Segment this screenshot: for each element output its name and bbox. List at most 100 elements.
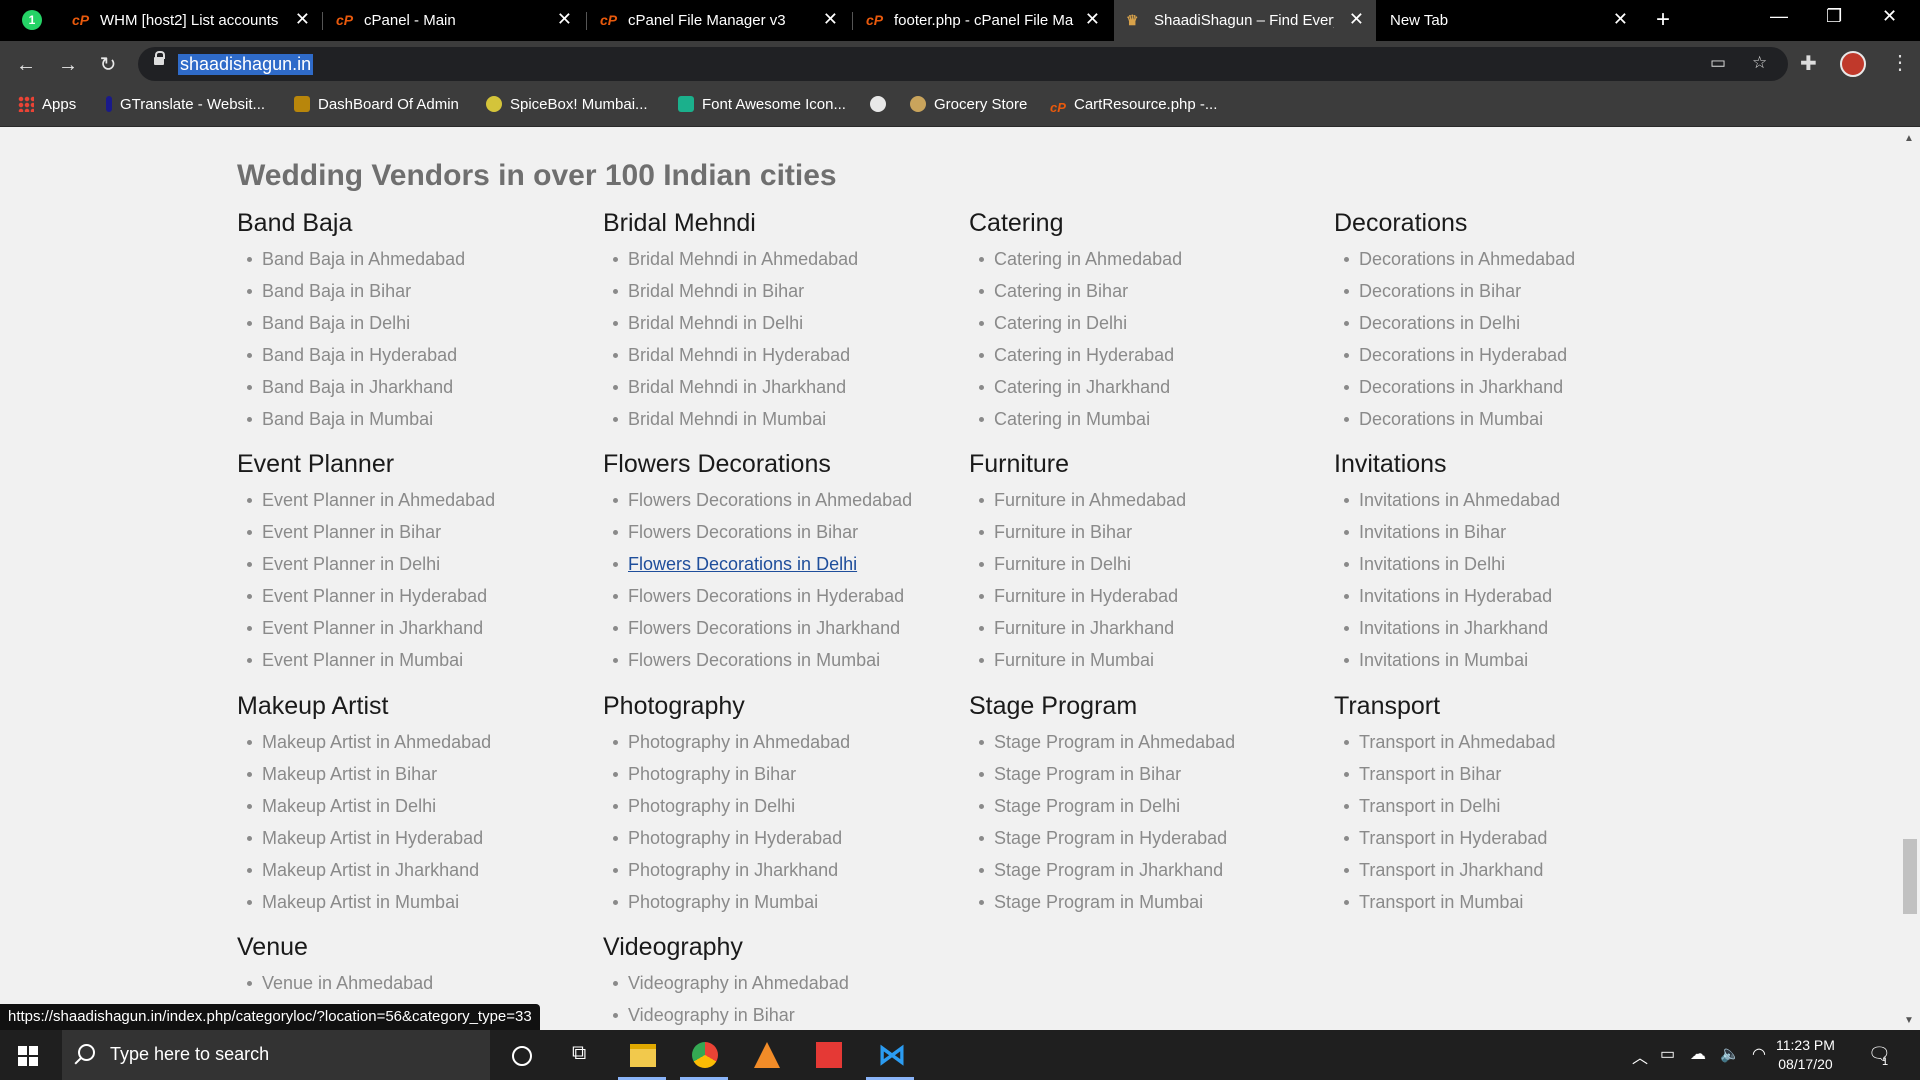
vendor-link[interactable]: Band Baja in Delhi	[247, 307, 597, 339]
task-view-button[interactable]: ⧉	[552, 1030, 608, 1080]
bookmark-grocery[interactable]: Grocery Store	[910, 96, 1027, 113]
bookmark-cartresource[interactable]: cP CartResource.php -...	[1050, 96, 1217, 116]
vendor-link[interactable]: Band Baja in Jharkhand	[247, 371, 597, 403]
battery-icon[interactable]: ▭	[1660, 1044, 1675, 1064]
back-arrow-icon[interactable]: ←	[12, 51, 40, 79]
reload-icon[interactable]: ↻	[94, 51, 122, 79]
vendor-link[interactable]: Furniture in Hyderabad	[979, 580, 1329, 612]
vendor-link[interactable]: Furniture in Jharkhand	[979, 612, 1329, 644]
vendor-link[interactable]: Event Planner in Ahmedabad	[247, 484, 597, 516]
bookmark-star-icon[interactable]: ☆	[1752, 53, 1767, 73]
vendor-link[interactable]: Invitations in Jharkhand	[1344, 612, 1694, 644]
vendor-link[interactable]: Photography in Ahmedabad	[613, 726, 963, 758]
anydesk-button[interactable]	[800, 1030, 856, 1080]
vendor-link[interactable]: Makeup Artist in Bihar	[247, 758, 597, 790]
system-clock[interactable]: 11:23 PM 08/17/20	[1776, 1036, 1835, 1074]
vendor-link[interactable]: Bridal Mehndi in Hyderabad	[613, 339, 963, 371]
close-icon[interactable]: ✕	[295, 9, 310, 30]
minimize-icon[interactable]: —	[1770, 6, 1788, 27]
vendor-link[interactable]: Venue in Ahmedabad	[247, 967, 597, 999]
vendor-link[interactable]: Transport in Delhi	[1344, 790, 1694, 822]
vendor-link[interactable]: Photography in Jharkhand	[613, 854, 963, 886]
lock-icon[interactable]	[154, 51, 165, 65]
vendor-link[interactable]: Band Baja in Bihar	[247, 275, 597, 307]
vendor-link[interactable]: Event Planner in Mumbai	[247, 644, 597, 676]
vendor-link[interactable]: Stage Program in Ahmedabad	[979, 726, 1329, 758]
vendor-link[interactable]: Stage Program in Delhi	[979, 790, 1329, 822]
vendor-link[interactable]: Transport in Hyderabad	[1344, 822, 1694, 854]
vendor-link[interactable]: Photography in Bihar	[613, 758, 963, 790]
url-text[interactable]: shaadishagun.in	[178, 54, 314, 75]
vendor-link[interactable]: Stage Program in Hyderabad	[979, 822, 1329, 854]
vendor-link[interactable]: Band Baja in Mumbai	[247, 403, 597, 435]
vendor-link[interactable]: Furniture in Delhi	[979, 548, 1329, 580]
vendor-link[interactable]: Makeup Artist in Ahmedabad	[247, 726, 597, 758]
vendor-link[interactable]: Photography in Mumbai	[613, 886, 963, 918]
vendor-link[interactable]: Event Planner in Bihar	[247, 516, 597, 548]
vendor-link[interactable]: Photography in Delhi	[613, 790, 963, 822]
vendor-link[interactable]: Decorations in Ahmedabad	[1344, 243, 1694, 275]
vendor-link[interactable]: Bridal Mehndi in Jharkhand	[613, 371, 963, 403]
bookmark-fontawesome[interactable]: Font Awesome Icon...	[678, 96, 846, 113]
vendor-link[interactable]: Flowers Decorations in Ahmedabad	[613, 484, 963, 516]
vendor-link[interactable]: Band Baja in Hyderabad	[247, 339, 597, 371]
scroll-up-arrow-icon[interactable]: ▲	[1904, 133, 1914, 144]
vendor-link[interactable]: Flowers Decorations in Hyderabad	[613, 580, 963, 612]
vendor-link[interactable]: Invitations in Delhi	[1344, 548, 1694, 580]
vendor-link[interactable]: Decorations in Delhi	[1344, 307, 1694, 339]
profile-avatar[interactable]	[1840, 51, 1866, 77]
vendor-link[interactable]: Videography in Bihar	[613, 999, 963, 1030]
vendor-link[interactable]: Bridal Mehndi in Ahmedabad	[613, 243, 963, 275]
vendor-link[interactable]: Catering in Jharkhand	[979, 371, 1329, 403]
page-scrollbar[interactable]: ▲ ▼	[1900, 127, 1920, 1030]
vendor-link[interactable]: Makeup Artist in Hyderabad	[247, 822, 597, 854]
vendor-link[interactable]: Transport in Bihar	[1344, 758, 1694, 790]
restore-icon[interactable]: ❐	[1826, 6, 1842, 27]
vendor-link[interactable]: Makeup Artist in Jharkhand	[247, 854, 597, 886]
scroll-thumb[interactable]	[1903, 839, 1917, 914]
vendor-link[interactable]: Invitations in Hyderabad	[1344, 580, 1694, 612]
tab-file-manager[interactable]: cP cPanel File Manager v3 ✕	[588, 0, 850, 41]
vendor-link[interactable]: Transport in Mumbai	[1344, 886, 1694, 918]
vendor-link[interactable]: Event Planner in Delhi	[247, 548, 597, 580]
more-menu-icon[interactable]: ⋮	[1890, 50, 1910, 75]
vendor-link[interactable]: Furniture in Bihar	[979, 516, 1329, 548]
vendor-link[interactable]: Furniture in Ahmedabad	[979, 484, 1329, 516]
vendor-link[interactable]: Stage Program in Mumbai	[979, 886, 1329, 918]
bookmark-gtranslate[interactable]: GTranslate - Websit...	[106, 96, 265, 113]
vendor-link[interactable]: Transport in Jharkhand	[1344, 854, 1694, 886]
vendor-link[interactable]: Photography in Hyderabad	[613, 822, 963, 854]
vendor-link[interactable]: Flowers Decorations in Mumbai	[613, 644, 963, 676]
address-bar[interactable]: shaadishagun.in ▭ ☆	[138, 47, 1788, 81]
tab-whm[interactable]: cP WHM [host2] List accounts ✕	[60, 0, 322, 41]
vendor-link[interactable]: Stage Program in Bihar	[979, 758, 1329, 790]
vlc-button[interactable]	[738, 1030, 794, 1080]
tab-shaadishagun[interactable]: ♛ ShaadiShagun – Find Everyth ✕	[1114, 0, 1376, 41]
wifi-icon[interactable]: ◠	[1752, 1044, 1766, 1064]
tab-cpanel-main[interactable]: cP cPanel - Main ✕	[324, 0, 584, 41]
bookmark-apps[interactable]: Apps	[18, 96, 76, 113]
chrome-button[interactable]	[676, 1030, 732, 1080]
vendor-link[interactable]: Stage Program in Jharkhand	[979, 854, 1329, 886]
taskbar-search-box[interactable]: Type here to search	[62, 1030, 490, 1080]
close-icon[interactable]: ✕	[1613, 9, 1628, 30]
close-icon[interactable]: ✕	[1085, 9, 1100, 30]
onedrive-cloud-icon[interactable]: ☁	[1690, 1044, 1706, 1064]
close-icon[interactable]: ✕	[1349, 9, 1364, 30]
vendor-link[interactable]: Invitations in Ahmedabad	[1344, 484, 1694, 516]
vendor-link[interactable]: Event Planner in Hyderabad	[247, 580, 597, 612]
vendor-link[interactable]: Furniture in Mumbai	[979, 644, 1329, 676]
vscode-button[interactable]: ⋈	[862, 1030, 918, 1080]
forward-arrow-icon[interactable]: →	[54, 51, 82, 79]
vendor-link[interactable]: Catering in Delhi	[979, 307, 1329, 339]
vendor-link[interactable]: Bridal Mehndi in Delhi	[613, 307, 963, 339]
vendor-link[interactable]: Flowers Decorations in Bihar	[613, 516, 963, 548]
close-window-icon[interactable]: ✕	[1882, 6, 1897, 27]
vendor-link[interactable]: Transport in Ahmedabad	[1344, 726, 1694, 758]
vendor-link[interactable]: Decorations in Mumbai	[1344, 403, 1694, 435]
show-hidden-icons-chevron-icon[interactable]: ︿	[1632, 1044, 1648, 1068]
vendor-link[interactable]: Bridal Mehndi in Mumbai	[613, 403, 963, 435]
scroll-down-arrow-icon[interactable]: ▼	[1904, 1015, 1914, 1026]
vendor-link[interactable]: Decorations in Hyderabad	[1344, 339, 1694, 371]
vendor-link[interactable]: Bridal Mehndi in Bihar	[613, 275, 963, 307]
